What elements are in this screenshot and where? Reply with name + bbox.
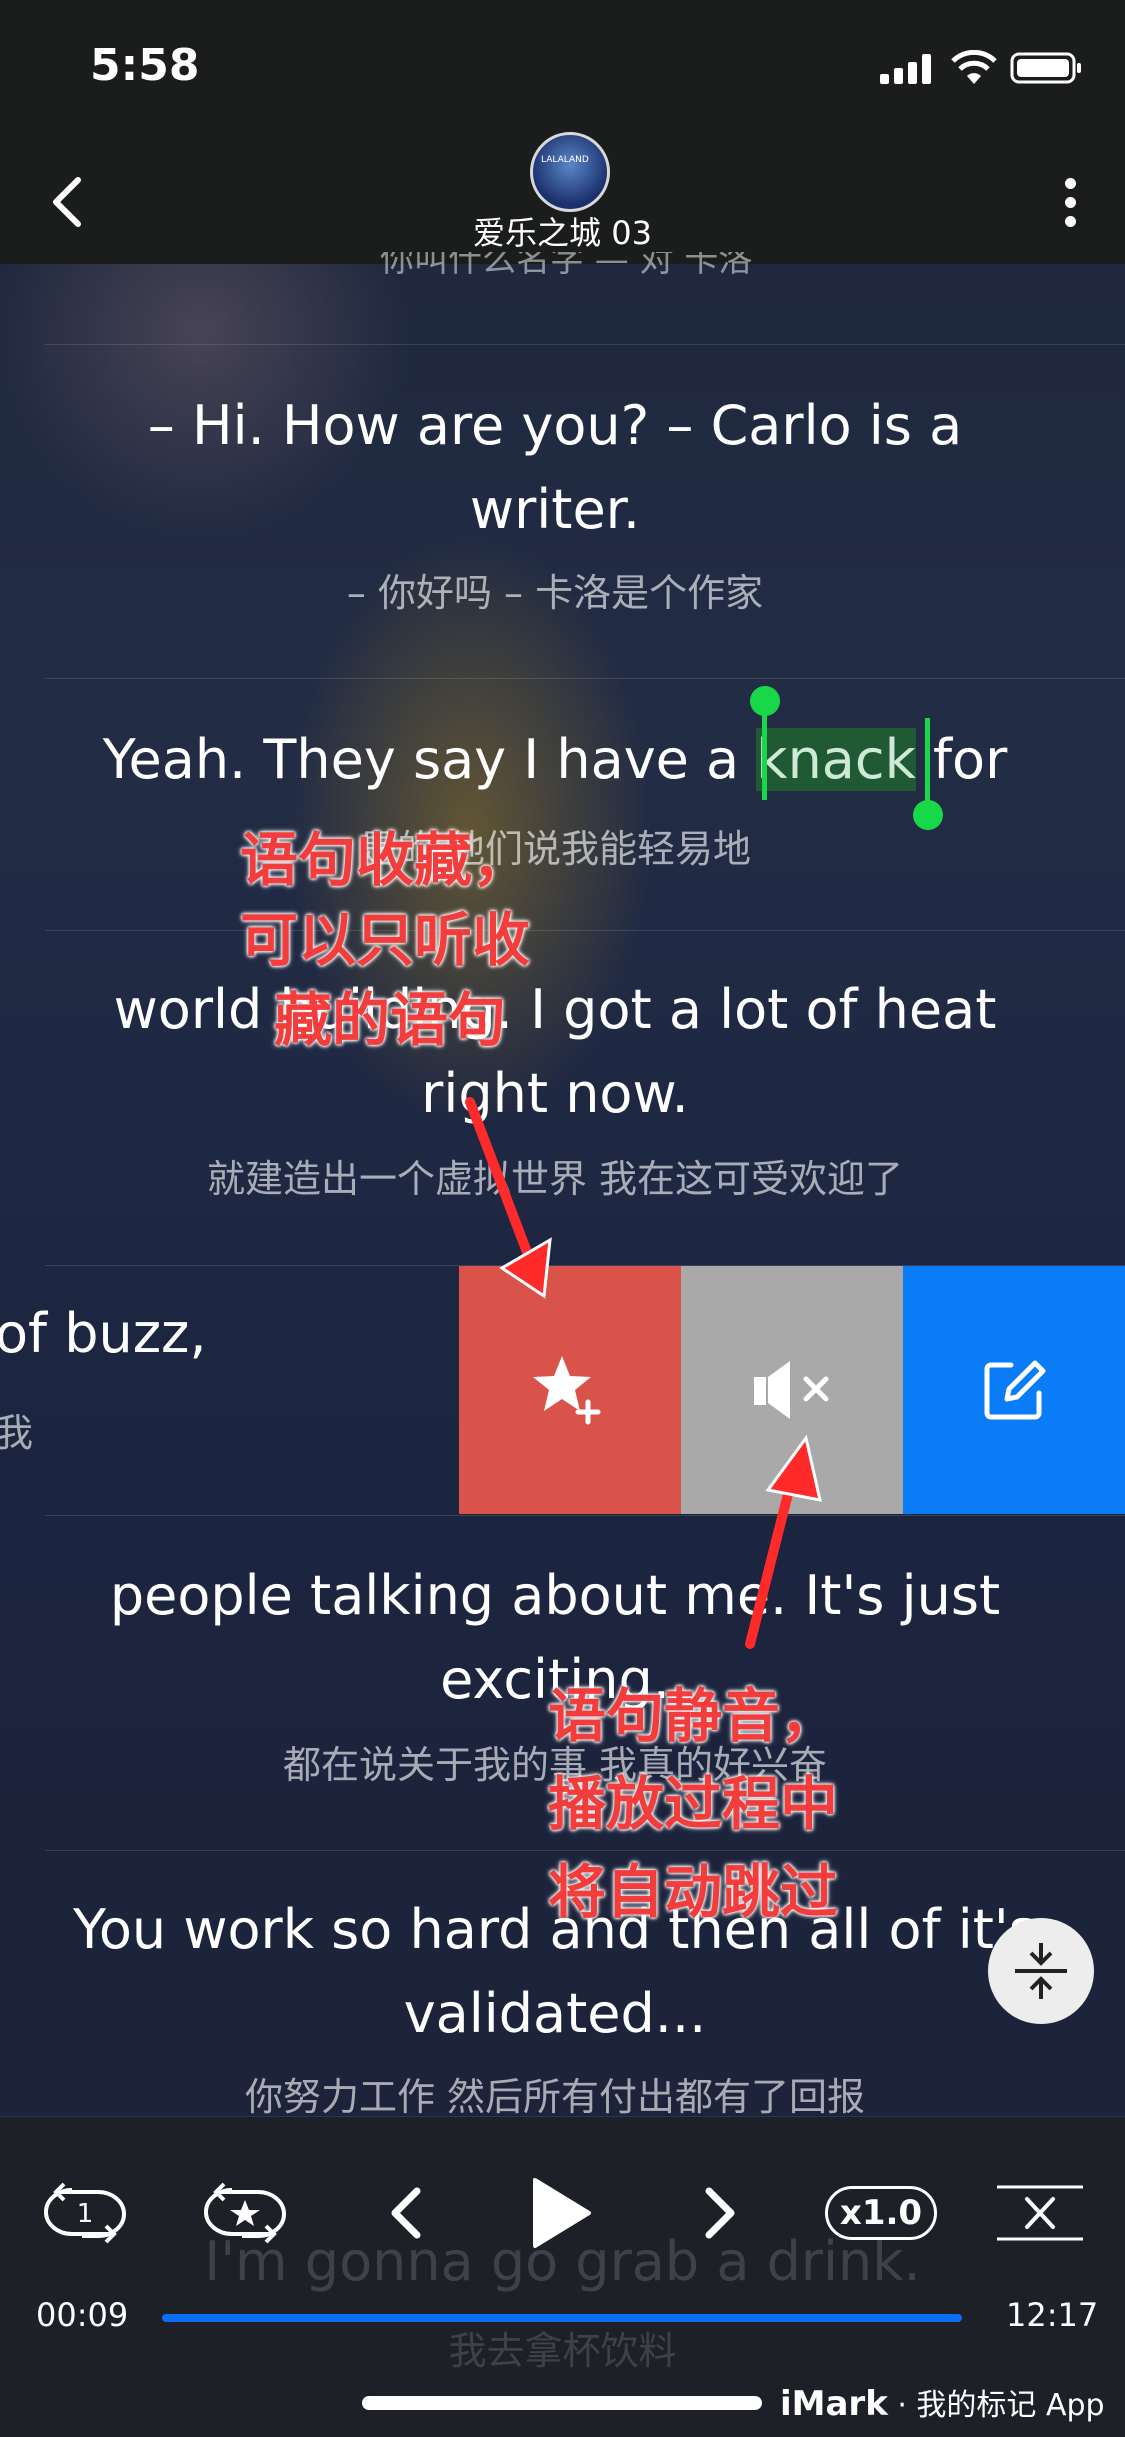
- next-sentence-button[interactable]: [696, 2178, 746, 2248]
- subtitle-zh: – 你好吗 – 卡洛是个作家: [346, 571, 764, 615]
- nav-bar: LALALAND 爱乐之城 03: [0, 132, 1125, 264]
- chevron-left-icon: [391, 2187, 421, 2239]
- repeat-icon: 1: [44, 2182, 126, 2244]
- collapse-button[interactable]: [988, 1918, 1094, 2024]
- divider: [45, 1515, 1125, 1516]
- total-time: 12:17: [1006, 2296, 1099, 2334]
- status-bar: 5:58: [0, 0, 1125, 132]
- star-loop-icon: [204, 2182, 286, 2244]
- previous-sentence-button[interactable]: [380, 2178, 430, 2248]
- divider: [45, 930, 1125, 931]
- star-plus-icon: [533, 1356, 601, 1425]
- album-avatar[interactable]: LALALAND: [530, 132, 610, 212]
- subtitle-en[interactable]: – Hi. How are you? – Carlo is a writer.: [40, 384, 1070, 552]
- selection-handle-start-dot[interactable]: [750, 686, 780, 716]
- battery-icon: [1010, 52, 1081, 84]
- subtitle-zh: 你努力工作 然后所有付出都有了回报: [244, 2075, 866, 2119]
- favorite-annotation: 语句收藏， 可以只听收 藏的语句: [240, 826, 531, 1054]
- current-time: 00:09: [36, 2296, 129, 2334]
- divider: [45, 344, 1125, 345]
- wifi-icon: [951, 50, 997, 84]
- subtitle-zh: 是的 他们说我能轻易地: [358, 827, 752, 871]
- play-icon: [533, 2178, 591, 2248]
- annotation-arrow-up: [745, 1434, 822, 1649]
- watermark: iMark · 我的标记 App: [780, 2384, 1105, 2424]
- status-time: 5:58: [90, 40, 200, 91]
- swiped-subtitle-zh: 我: [0, 1411, 34, 1455]
- collapse-icon: [1015, 1943, 1067, 1999]
- annotation-arrow-down: [465, 1097, 552, 1299]
- selected-word[interactable]: knack: [756, 728, 916, 791]
- divider: [45, 678, 1125, 679]
- next-subtitle-zh: 我去拿杯饮料: [448, 2329, 677, 2373]
- chevron-right-icon: [705, 2187, 735, 2239]
- page-title: 爱乐之城 03: [473, 214, 652, 252]
- subtitle-en[interactable]: Yeah. They say I have a knack for: [40, 718, 1070, 802]
- mute-annotation: 语句静音， 播放过程中 将自动跳过: [548, 1682, 839, 1926]
- cellular-signal-icon: [880, 54, 931, 84]
- close-icon: [997, 2185, 1083, 2241]
- home-indicator[interactable]: [362, 2396, 762, 2410]
- speed-label: x1.0: [824, 2186, 938, 2240]
- repeat-one-button[interactable]: 1: [38, 2178, 132, 2248]
- swiped-subtitle-en[interactable]: of buzz,: [0, 1302, 207, 1365]
- edit-sentence-button[interactable]: [903, 1266, 1125, 1514]
- more-options-icon[interactable]: [1050, 172, 1090, 232]
- avatar-text: LALALAND: [541, 155, 589, 165]
- edit-icon: [984, 1360, 1046, 1420]
- speed-button[interactable]: x1.0: [824, 2178, 938, 2248]
- close-subtitle-button[interactable]: [992, 2178, 1088, 2248]
- progress-slider[interactable]: [162, 2314, 962, 2322]
- play-button[interactable]: [526, 2178, 596, 2248]
- favorites-loop-button[interactable]: [198, 2178, 292, 2248]
- svg-text:1: 1: [77, 2199, 94, 2229]
- speaker-mute-icon: [754, 1361, 829, 1419]
